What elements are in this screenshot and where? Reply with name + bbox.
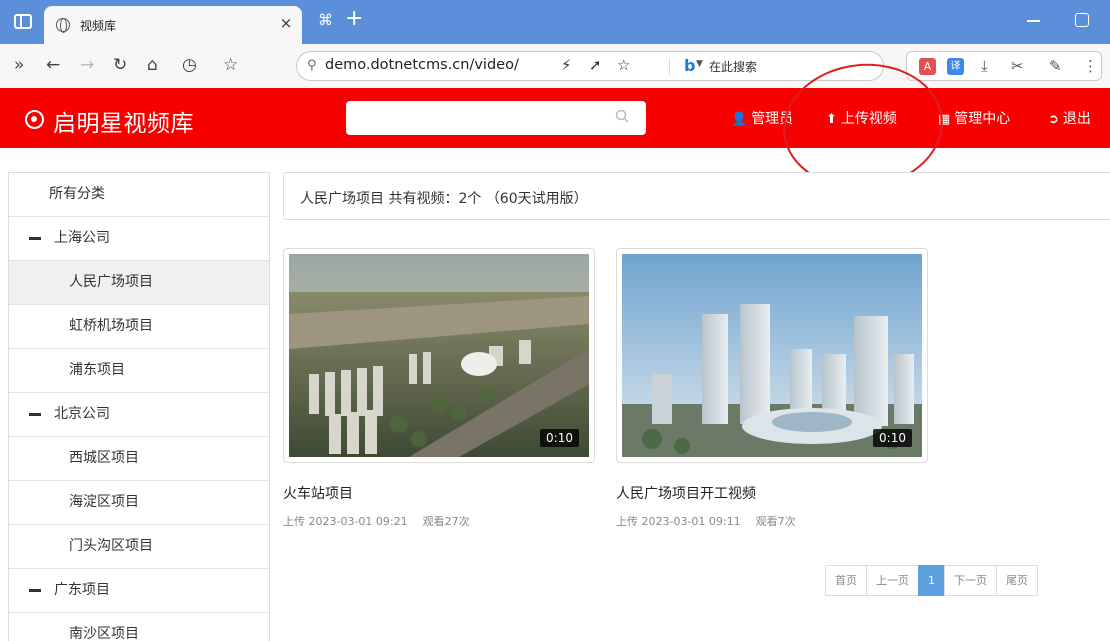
video-meta: 上传 2023-03-01 09:11 观看7次: [616, 513, 928, 529]
address-url[interactable]: demo.dotnetcms.cn/video/: [325, 57, 519, 73]
aerial-city-image: [289, 254, 589, 457]
browser-tab-bar: 视频库 × ⌘ +: [0, 0, 1110, 44]
logout-icon: ➲: [1048, 112, 1059, 127]
sidebar-item-people-square[interactable]: 人民广场项目: [9, 261, 269, 305]
video-card[interactable]: 0:10 人民广场项目开工视频 上传 2023-03-01 09:11 观看7次: [616, 248, 928, 529]
favorites-icon[interactable]: ☆: [223, 54, 238, 76]
view-count: 观看27次: [422, 515, 470, 528]
upload-time: 上传 2023-03-01 09:11: [616, 515, 741, 528]
video-duration: 0:10: [873, 429, 912, 447]
video-title[interactable]: 人民广场项目开工视频: [616, 483, 928, 503]
bing-icon[interactable]: b: [684, 56, 695, 75]
search-engine-text[interactable]: 在此搜索: [709, 58, 757, 75]
nav-upload-video[interactable]: ⬆ 上传视频: [826, 108, 897, 128]
sidebar-item-hongqiao[interactable]: 虹桥机场项目: [9, 305, 269, 349]
back-icon[interactable]: ←: [46, 54, 60, 76]
video-count-text: 人民广场项目 共有视频：2个 （60天试用版）: [300, 191, 588, 207]
sidebar-group-beijing[interactable]: 北京公司: [9, 393, 269, 437]
pen-icon[interactable]: ✎: [1049, 57, 1062, 75]
current-page[interactable]: 1: [918, 565, 945, 596]
sidebar-item-nansha[interactable]: 南沙区项目: [9, 613, 269, 641]
address-bar[interactable]: ⚲ demo.dotnetcms.cn/video/ ⚡ ➚ ☆ b ▼ 在此搜…: [296, 51, 884, 81]
last-page-button[interactable]: 尾页: [996, 565, 1038, 596]
pagination: 首页 上一页 1 下一页 尾页: [825, 565, 1038, 596]
tab-title: 视频库: [80, 19, 117, 33]
sidebar-item-haidian[interactable]: 海淀区项目: [9, 481, 269, 525]
breadcrumb: 人民广场项目 共有视频：2个 （60天试用版）: [283, 172, 1110, 220]
upload-time: 上传 2023-03-01 09:21: [283, 515, 408, 528]
site-header: 启明星视频库 👤 管理员 ⬆ 上传视频 ▦ 管理中心 ➲ 退出: [0, 88, 1110, 148]
prev-page-button[interactable]: 上一页: [866, 565, 919, 596]
sidebar-item-pudong[interactable]: 浦东项目: [9, 349, 269, 393]
sidebar-toggle-icon[interactable]: [14, 14, 32, 29]
skyscraper-image: [622, 254, 922, 457]
forward-icon[interactable]: →: [80, 54, 94, 76]
translate-extension-icon[interactable]: 译: [947, 58, 964, 75]
browser-toolbar: » ← → ↻ ⌂ ◷ ☆ ⚲ demo.dotnetcms.cn/video/…: [0, 44, 1110, 88]
lightning-icon[interactable]: ⚡: [561, 56, 572, 74]
site-search-input[interactable]: [346, 101, 646, 135]
site-logo[interactable]: 启明星视频库: [53, 104, 194, 138]
sidebar-group-guangdong[interactable]: 广东项目: [9, 569, 269, 613]
bookmark-icon[interactable]: ☆: [617, 56, 630, 74]
divider: [669, 58, 670, 76]
next-page-button[interactable]: 下一页: [944, 565, 997, 596]
chevron-down-icon[interactable]: ▼: [696, 59, 703, 69]
video-title[interactable]: 火车站项目: [283, 483, 595, 503]
view-count: 观看7次: [755, 515, 796, 528]
first-page-button[interactable]: 首页: [825, 565, 867, 596]
new-tab-button[interactable]: +: [345, 6, 363, 31]
tab-groups-icon[interactable]: ⌘: [318, 11, 333, 29]
pdf-extension-icon[interactable]: A: [919, 58, 936, 75]
video-meta: 上传 2023-03-01 09:21 观看27次: [283, 513, 595, 529]
share-icon[interactable]: ➚: [589, 56, 602, 74]
globe-icon: [56, 18, 70, 33]
search-icon[interactable]: [615, 109, 629, 123]
collapse-icon[interactable]: [29, 589, 41, 592]
collapse-icon[interactable]: [29, 237, 41, 240]
nav-admin[interactable]: 👤 管理员: [731, 108, 793, 128]
expand-icon[interactable]: »: [14, 54, 24, 76]
sidebar-group-shanghai[interactable]: 上海公司: [9, 217, 269, 261]
download-icon[interactable]: ⤓: [981, 57, 988, 75]
nav-logout[interactable]: ➲ 退出: [1048, 108, 1091, 128]
video-duration: 0:10: [540, 429, 579, 447]
collapse-icon[interactable]: [29, 413, 41, 416]
sidebar-item-xicheng[interactable]: 西城区项目: [9, 437, 269, 481]
home-icon[interactable]: ⌂: [147, 54, 158, 76]
dashboard-icon: ▦: [938, 112, 951, 127]
category-sidebar: 所有分类 上海公司 人民广场项目 虹桥机场项目 浦东项目 北京公司 西城区项目 …: [8, 172, 270, 641]
maximize-icon[interactable]: [1075, 13, 1089, 27]
browser-tab[interactable]: 视频库 ×: [44, 6, 302, 44]
history-icon[interactable]: ◷: [182, 54, 197, 76]
tab-close-button[interactable]: ×: [278, 14, 294, 32]
refresh-icon[interactable]: ↻: [113, 54, 127, 76]
more-icon[interactable]: ⋮: [1083, 57, 1098, 75]
scissors-icon[interactable]: ✂: [1011, 57, 1024, 75]
nav-admin-center[interactable]: ▦ 管理中心: [938, 108, 1010, 128]
video-thumbnail[interactable]: 0:10: [283, 248, 595, 463]
minimize-icon[interactable]: [1027, 20, 1040, 22]
upload-icon: ⬆: [826, 112, 837, 127]
extensions-box: A 译 ⤓ ✂ ✎ ⋮: [906, 51, 1102, 81]
video-card[interactable]: 0:10 火车站项目 上传 2023-03-01 09:21 观看27次: [283, 248, 595, 529]
logo-icon: [25, 110, 44, 129]
search-icon: ⚲: [307, 58, 317, 73]
sidebar-item-mentougou[interactable]: 门头沟区项目: [9, 525, 269, 569]
sidebar-item-all[interactable]: 所有分类: [9, 173, 269, 217]
user-icon: 👤: [731, 112, 748, 127]
video-thumbnail[interactable]: 0:10: [616, 248, 928, 463]
